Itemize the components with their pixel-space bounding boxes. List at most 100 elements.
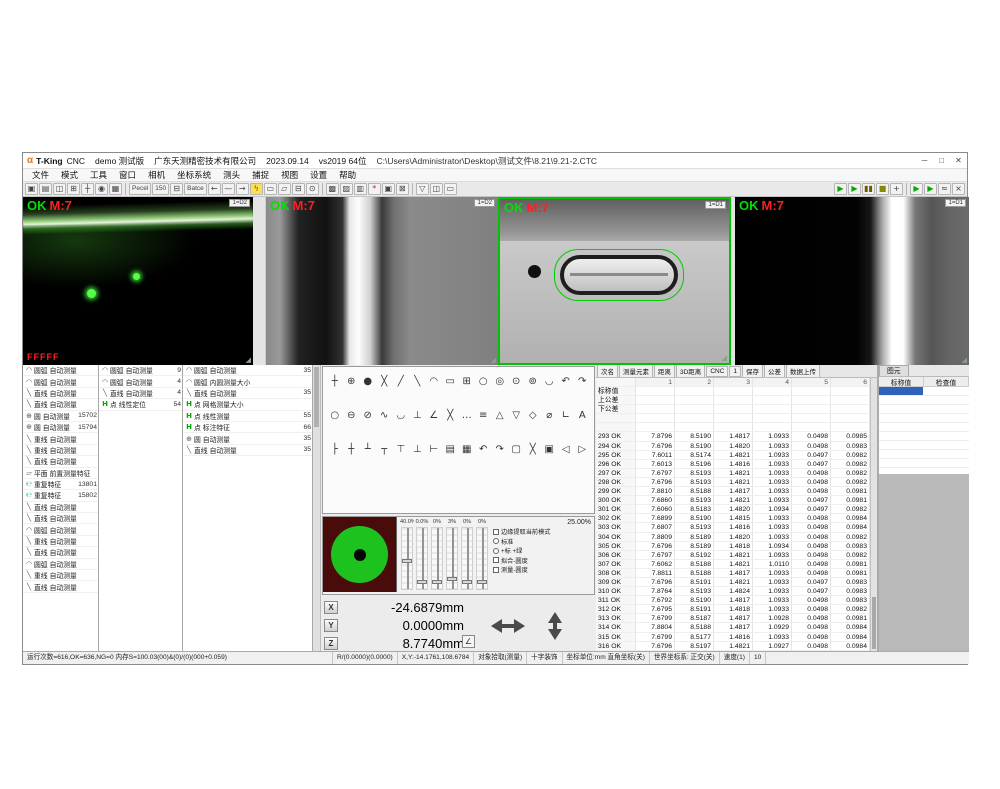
- toolbar-button-play-right[interactable]: ▶: [910, 183, 923, 195]
- tool-icon-3-5[interactable]: ⊤: [393, 443, 409, 457]
- tool-icon-3-2[interactable]: ┼: [344, 443, 360, 457]
- menu-item-4[interactable]: 窗口: [113, 169, 142, 181]
- tool-icon-2-4[interactable]: ∿: [377, 409, 393, 423]
- feature-row[interactable]: ╲直线自动测量: [23, 581, 98, 592]
- light-slider-1[interactable]: 40.0%: [400, 519, 414, 592]
- feature-row[interactable]: ⊕圆自动测量15794: [23, 422, 98, 433]
- feature-row[interactable]: ◠圆弧自动测量: [23, 524, 98, 535]
- tool-icon-2-3[interactable]: ⊘: [360, 409, 376, 423]
- table-row[interactable]: 295 OK7.60118.51741.48211.09330.04970.09…: [596, 451, 870, 460]
- tool-icon-1-13[interactable]: ⊚: [525, 375, 541, 389]
- feature-row[interactable]: ◠圆弧自动测量: [23, 365, 98, 376]
- feature-row[interactable]: ╲直线自动测量: [23, 502, 98, 513]
- slider-thumb[interactable]: [462, 580, 472, 584]
- toolbar-button-star[interactable]: *: [368, 183, 381, 195]
- table-tab-9[interactable]: 数据上传: [786, 365, 820, 378]
- feature-row[interactable]: H点线性定位54: [99, 399, 182, 410]
- maximize-button[interactable]: □: [933, 156, 950, 165]
- checkbox-icon[interactable]: [493, 529, 499, 535]
- toolbar-button-layout-split[interactable]: ◫: [53, 183, 66, 195]
- menu-item-11[interactable]: 帮助: [333, 169, 362, 181]
- feature-row[interactable]: ℮重复特征15802: [23, 490, 98, 501]
- ring-light-indicator[interactable]: [323, 517, 397, 592]
- feature-row[interactable]: ╲直线自动测量: [23, 547, 98, 558]
- table-row[interactable]: 298 OK7.67968.51931.48211.09330.04980.09…: [596, 478, 870, 487]
- toolbar-button-pause[interactable]: ▮▮: [862, 183, 875, 195]
- toolbar-button-abort[interactable]: ×: [952, 183, 965, 195]
- tool-icon-1-5[interactable]: ╱: [393, 375, 409, 389]
- toolbar-button-target[interactable]: ◉: [95, 183, 108, 195]
- tool-icon-3-1[interactable]: ├: [327, 443, 343, 457]
- tool-icon-3-15[interactable]: ◁: [558, 443, 574, 457]
- light-slider-3[interactable]: 0%: [430, 519, 444, 592]
- table-row[interactable]: 308 OK7.88118.51881.48171.09330.04980.09…: [596, 569, 870, 578]
- jog-horizontal-arrow-icon[interactable]: [484, 619, 532, 633]
- tool-icon-1-6[interactable]: ╲: [410, 375, 426, 389]
- tab-element[interactable]: 图元: [879, 365, 909, 376]
- tool-icon-3-13[interactable]: ╳: [525, 443, 541, 457]
- feature-row[interactable]: ▱平面前置测量特征: [23, 468, 98, 479]
- feature-row[interactable]: ╲直线自动测量4: [99, 388, 182, 399]
- toolbar-button-line-tool[interactable]: —: [222, 183, 235, 195]
- feature-row[interactable]: H点标注特征66: [183, 422, 312, 433]
- tool-icon-1-7[interactable]: ◠: [426, 375, 442, 389]
- toolbar-button-run-all[interactable]: ▶: [848, 183, 861, 195]
- feature-row[interactable]: ╲直线自动测量: [23, 456, 98, 467]
- tool-icon-3-3[interactable]: ┴: [360, 443, 376, 457]
- tool-icon-2-2[interactable]: ⊖: [344, 409, 360, 423]
- light-option-1[interactable]: 边缘提取当前模式: [493, 527, 591, 537]
- tool-icon-1-14[interactable]: ◡: [542, 375, 558, 389]
- minimize-button[interactable]: ─: [916, 156, 933, 165]
- toolbar-button-screen-2[interactable]: ▤: [39, 183, 52, 195]
- table-row[interactable]: 293 OK7.87968.51901.48171.09330.04980.09…: [596, 432, 870, 441]
- feature-row[interactable]: ╲直线自动测量35: [183, 445, 312, 456]
- toolbar-button-roi-parallelogram[interactable]: ▱: [278, 183, 291, 195]
- menu-item-7[interactable]: 测头: [217, 169, 246, 181]
- toolbar-button-move-right[interactable]: →: [236, 183, 249, 195]
- feature-row[interactable]: ╲重线自动测量: [23, 570, 98, 581]
- resize-handle-icon[interactable]: ◢: [722, 354, 727, 362]
- tool-icon-3-12[interactable]: ▢: [509, 443, 525, 457]
- checkbox-icon[interactable]: [493, 567, 499, 573]
- tool-icon-1-12[interactable]: ⊙: [509, 375, 525, 389]
- tool-icon-2-16[interactable]: A: [575, 409, 591, 423]
- tool-icon-2-9[interactable]: …: [459, 409, 475, 423]
- table-tab-4[interactable]: 3D距离: [676, 365, 705, 378]
- scrollbar-thumb[interactable]: [872, 597, 876, 649]
- toolbar-button-dual-view[interactable]: ◫: [430, 183, 443, 195]
- table-row[interactable]: 300 OK7.68608.51931.48211.09330.04970.09…: [596, 496, 870, 505]
- table-row[interactable]: 304 OK7.88098.51891.48201.09330.04980.09…: [596, 533, 870, 542]
- table-row[interactable]: 306 OK7.67978.51921.48211.09330.04980.09…: [596, 551, 870, 560]
- resize-handle-icon[interactable]: ◢: [962, 356, 967, 364]
- light-option-3[interactable]: +标 +绿: [493, 546, 591, 556]
- toolbar-button-calibration[interactable]: ▦: [109, 183, 122, 195]
- toolbar-button-run[interactable]: ▶: [834, 183, 847, 195]
- toolbar-button-layout-grid[interactable]: ⊞: [67, 183, 80, 195]
- feature-row[interactable]: ╲直线自动测量: [23, 388, 98, 399]
- menu-item-8[interactable]: 捕捉: [246, 169, 275, 181]
- light-slider-6[interactable]: 0%: [475, 519, 489, 592]
- toolbar-button-magnifier[interactable]: ⊙: [306, 183, 319, 195]
- toolbar-button-pecel[interactable]: Pecel: [129, 183, 151, 195]
- table-tab-8[interactable]: 公差: [764, 365, 785, 378]
- tool-icon-3-11[interactable]: ↷: [492, 443, 508, 457]
- table-row[interactable]: 307 OK7.60628.51881.48211.01100.04980.09…: [596, 560, 870, 569]
- selected-cell[interactable]: [879, 387, 923, 395]
- feature-row[interactable]: ╲重线自动测量: [23, 445, 98, 456]
- light-slider-5[interactable]: 0%: [460, 519, 474, 592]
- slider-thumb[interactable]: [447, 577, 457, 581]
- feature-row[interactable]: ◠圆弧自动测量: [23, 559, 98, 570]
- tool-icon-2-7[interactable]: ∠: [426, 409, 442, 423]
- slider-thumb[interactable]: [477, 580, 487, 584]
- feature-row[interactable]: ◠圆弧内圆测量大小: [183, 376, 312, 387]
- tool-icon-2-5[interactable]: ◡: [393, 409, 409, 423]
- tool-icon-1-11[interactable]: ◎: [492, 375, 508, 389]
- tool-icon-2-1[interactable]: ○: [327, 409, 343, 423]
- feature-row[interactable]: ◠圆弧自动测量35: [183, 365, 312, 376]
- tool-icon-1-9[interactable]: ⊞: [459, 375, 475, 389]
- toolbar-button-signal[interactable]: ≈: [938, 183, 951, 195]
- feature-row[interactable]: ╲直线自动测量: [23, 513, 98, 524]
- feature-row[interactable]: ╲重线自动测量: [23, 433, 98, 444]
- menu-item-3[interactable]: 工具: [84, 169, 113, 181]
- table-row[interactable]: 312 OK7.67958.51911.48181.09330.04980.09…: [596, 605, 870, 614]
